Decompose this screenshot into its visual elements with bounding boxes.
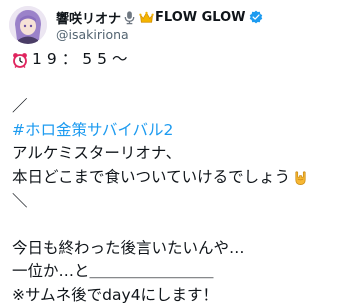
slash-close: ＼ (12, 191, 28, 210)
tweet-header: 響咲リオナ FLOW GLOW @isakiriona (9, 6, 339, 44)
avatar[interactable] (9, 6, 47, 44)
display-name-suffix[interactable]: FLOW GLOW (155, 10, 246, 25)
crown-icon (139, 11, 154, 23)
display-name-row[interactable]: 響咲リオナ FLOW GLOW (56, 8, 336, 27)
user-identity: 響咲リオナ FLOW GLOW @isakiriona (56, 8, 336, 42)
tired-line: 今日も終わった後言いたいんや… (12, 238, 245, 257)
slash-open: ／ (12, 97, 28, 116)
alchemist-line: アルケミスターリオナ、 (12, 144, 182, 163)
avatar-image (9, 6, 47, 44)
tweet-text: 19：55〜 ／ #ホロ金策サバイバル2 アルケミスターリオナ、 本日どこまで食… (12, 48, 342, 308)
alarm-clock-icon (13, 52, 27, 68)
verified-badge-icon[interactable] (249, 10, 263, 24)
today-text: 本日どこまで食いついていけるでしょう (12, 167, 291, 186)
stream-time: 19：55〜 (32, 50, 133, 68)
display-name[interactable]: 響咲リオナ (56, 8, 121, 27)
thumbnail-note-line: ※サムネ後でday4にします！ (12, 285, 219, 304)
microphone-icon (124, 10, 135, 24)
rock-hand-icon (295, 171, 306, 185)
first-place-line: 一位か…と＿＿＿＿＿＿＿＿ (12, 262, 214, 281)
user-handle[interactable]: @isakiriona (56, 27, 336, 42)
hashtag-line: #ホロ金策サバイバル2 (12, 119, 342, 143)
today-line: 本日どこまで食いついていけるでしょう (12, 166, 342, 190)
hashtag-link[interactable]: #ホロ金策サバイバル2 (12, 119, 173, 143)
time-line: 19：55〜 (12, 48, 342, 72)
